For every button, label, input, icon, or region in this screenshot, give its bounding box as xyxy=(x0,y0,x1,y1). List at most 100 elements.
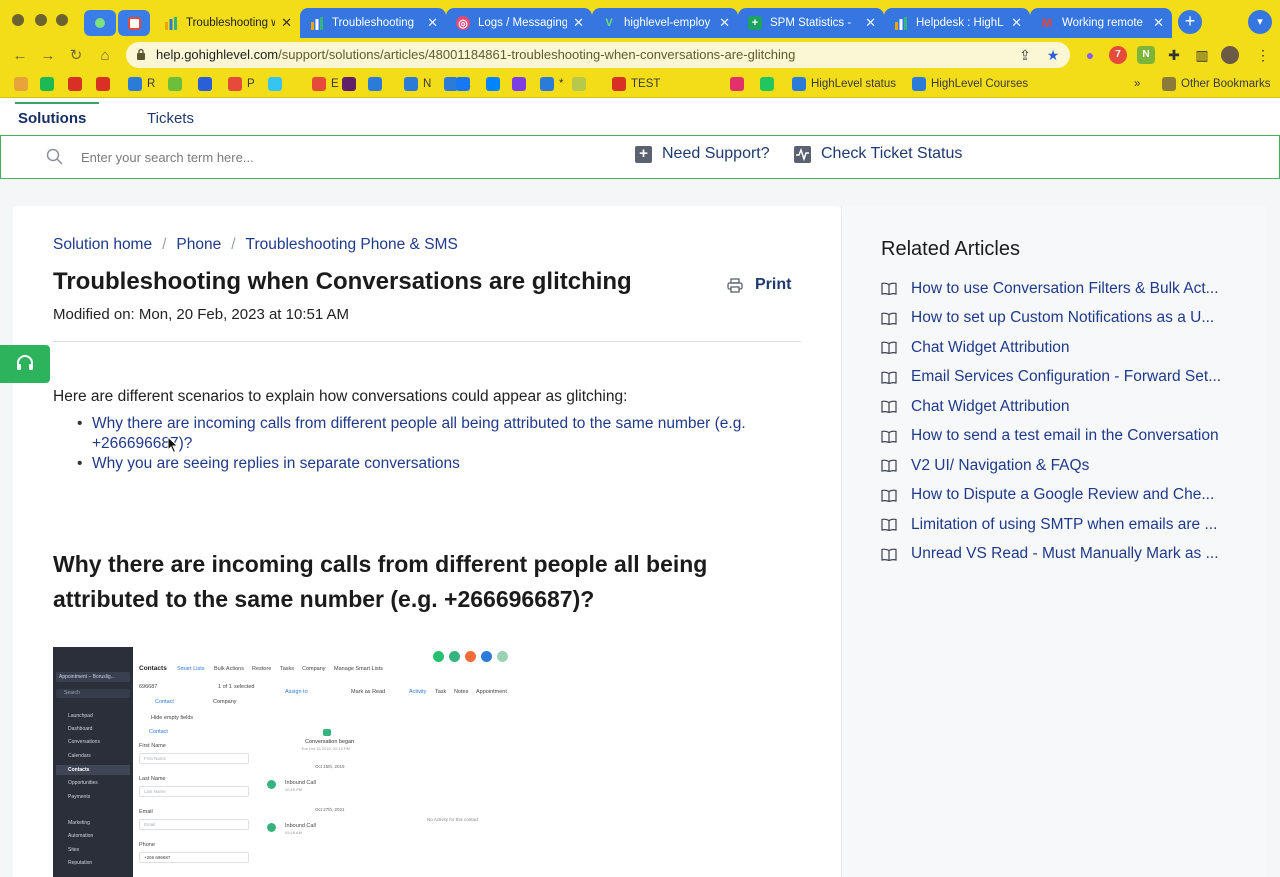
bookmark-item[interactable]: N xyxy=(404,75,431,93)
screenshot-sidebar: Appointment – Boruslig... Search Launchp… xyxy=(53,647,133,877)
bookmark-label: P xyxy=(247,78,255,90)
bookmark-item[interactable] xyxy=(96,75,115,93)
nav-tickets[interactable]: Tickets xyxy=(147,110,194,127)
bookmark-item[interactable]: TEST xyxy=(612,75,660,93)
extension-drop-icon[interactable]: ● xyxy=(1081,46,1099,64)
home-icon[interactable]: ⌂ xyxy=(94,45,116,67)
bookmark-item[interactable] xyxy=(456,75,475,93)
bookmark-item[interactable] xyxy=(168,75,187,93)
book-icon xyxy=(881,489,897,502)
search-input[interactable] xyxy=(81,144,561,170)
bookmarks-overflow-icon[interactable]: » xyxy=(1134,75,1140,93)
bookmark-item[interactable]: HighLevel Courses xyxy=(912,75,1028,93)
tab-helpdesk[interactable]: Helpdesk : HighL ✕ xyxy=(884,8,1030,38)
close-window-dot[interactable] xyxy=(12,14,24,26)
need-support-link[interactable]: + Need Support? xyxy=(635,145,770,163)
bookmark-item[interactable]: * xyxy=(540,75,563,93)
bookmark-item[interactable] xyxy=(572,75,591,93)
forward-arrow-icon[interactable]: → xyxy=(37,45,59,67)
new-tab-button[interactable]: + xyxy=(1178,10,1202,34)
related-article-link[interactable]: Chat Widget Attribution xyxy=(911,339,1070,357)
url-domain: help.gohighlevel.com xyxy=(156,47,279,62)
bookmark-item[interactable] xyxy=(198,75,217,93)
close-tab-icon[interactable]: ✕ xyxy=(865,15,876,31)
pinned-tab-2[interactable] xyxy=(118,10,150,36)
close-tab-icon[interactable]: ✕ xyxy=(427,15,438,31)
extension-n-icon[interactable]: N xyxy=(1137,46,1155,64)
bookmark-item[interactable]: P xyxy=(228,75,255,93)
extensions-puzzle-icon[interactable]: ✚ xyxy=(1165,46,1183,64)
related-article-link[interactable]: How to send a test email in the Conversa… xyxy=(911,427,1219,445)
tab-spm-statistics[interactable]: + SPM Statistics - ✕ xyxy=(738,8,884,38)
breadcrumb: Solution home / Phone / Troubleshooting … xyxy=(53,236,458,254)
bookmark-item[interactable] xyxy=(40,75,59,93)
related-article-link[interactable]: How to set up Custom Notifications as a … xyxy=(911,309,1214,327)
highlevel-favicon-icon xyxy=(894,16,908,30)
screenshot-conv-began: Conversation began xyxy=(305,739,355,745)
scenario-link-calls[interactable]: Why there are incoming calls from differ… xyxy=(92,415,746,452)
close-tab-icon[interactable]: ✕ xyxy=(719,15,730,31)
bookmark-item[interactable] xyxy=(760,75,779,93)
bookmark-item[interactable] xyxy=(730,75,749,93)
check-ticket-status-link[interactable]: Check Ticket Status xyxy=(794,145,962,163)
scenario-link-replies[interactable]: Why you are seeing replies in separate c… xyxy=(92,455,460,472)
book-icon xyxy=(881,312,897,325)
bookmark-star-icon[interactable]: ★ xyxy=(1044,46,1062,64)
bookmark-favicon-icon xyxy=(612,77,626,91)
address-bar[interactable]: help.gohighlevel.com/support/solutions/a… xyxy=(126,42,1070,68)
bookmark-item[interactable] xyxy=(342,75,361,93)
reload-icon[interactable]: ↻ xyxy=(65,45,87,67)
bookmark-item[interactable]: R xyxy=(128,75,155,93)
bookmark-item[interactable] xyxy=(486,75,505,93)
close-tab-icon[interactable]: ✕ xyxy=(573,15,584,31)
bookmark-item[interactable] xyxy=(68,75,87,93)
extension-red-icon[interactable]: 7 xyxy=(1109,46,1127,64)
related-article-link[interactable]: How to use Conversation Filters & Bulk A… xyxy=(911,280,1219,298)
menu-kebab-icon[interactable]: ⋮ xyxy=(1254,46,1272,64)
bookmark-item[interactable] xyxy=(268,75,287,93)
breadcrumb-troubleshooting[interactable]: Troubleshooting Phone & SMS xyxy=(246,236,458,254)
bookmark-item[interactable] xyxy=(512,75,531,93)
close-tab-icon[interactable]: ✕ xyxy=(281,15,292,31)
screenshot-field-label: Phone xyxy=(139,842,155,848)
tab-troubleshooting[interactable]: Troubleshooting ✕ xyxy=(300,8,446,38)
back-arrow-icon[interactable]: ← xyxy=(9,45,31,67)
screenshot-field-label: Email xyxy=(139,809,153,815)
breadcrumb-solution-home[interactable]: Solution home xyxy=(53,236,152,254)
tab-logs-messaging[interactable]: ◎ Logs / Messaging ✕ xyxy=(446,8,592,38)
tab-troubleshooting-active[interactable]: Troubleshooting w ✕ xyxy=(154,8,300,38)
screenshot-menu-item: Contacts xyxy=(56,765,130,775)
related-article-item: V2 UI/ Navigation & FAQs xyxy=(881,451,1241,481)
tab-search-chevron-icon[interactable]: ▾ xyxy=(1248,10,1272,34)
other-bookmarks[interactable]: Other Bookmarks xyxy=(1162,75,1270,93)
minimize-window-dot[interactable] xyxy=(35,14,47,26)
folder-icon xyxy=(1162,77,1176,91)
v-favicon-icon: V xyxy=(605,17,613,29)
related-article-link[interactable]: Limitation of using SMTP when emails are… xyxy=(911,516,1217,534)
nav-solutions[interactable]: Solutions xyxy=(18,110,86,127)
bookmark-item[interactable]: HighLevel status xyxy=(792,75,896,93)
related-article-link[interactable]: Email Services Configuration - Forward S… xyxy=(911,368,1221,386)
pinned-tab-1[interactable] xyxy=(84,10,116,36)
sidebar-icon[interactable]: ▥ xyxy=(1193,46,1211,64)
maximize-window-dot[interactable] xyxy=(56,14,68,26)
share-icon[interactable]: ⇪ xyxy=(1016,46,1034,64)
tab-title: Helpdesk : HighL xyxy=(916,17,1004,29)
breadcrumb-phone[interactable]: Phone xyxy=(176,236,221,254)
tab-highlevel-employ[interactable]: V highlevel-employ ✕ xyxy=(592,8,738,38)
close-tab-icon[interactable]: ✕ xyxy=(1153,15,1164,31)
bookmark-favicon-icon xyxy=(342,77,356,91)
bookmark-item[interactable]: E xyxy=(312,75,339,93)
close-tab-icon[interactable]: ✕ xyxy=(1011,15,1022,31)
related-article-link[interactable]: Unread VS Read - Must Manually Mark as .… xyxy=(911,545,1219,563)
printer-icon xyxy=(727,277,743,293)
related-article-link[interactable]: Chat Widget Attribution xyxy=(911,398,1070,416)
related-article-link[interactable]: How to Dispute a Google Review and Che..… xyxy=(911,486,1214,504)
tab-working-remote[interactable]: M Working remote ✕ xyxy=(1030,8,1172,38)
related-article-link[interactable]: V2 UI/ Navigation & FAQs xyxy=(911,457,1089,475)
headset-help-button[interactable] xyxy=(0,345,50,383)
profile-avatar-icon[interactable] xyxy=(1221,46,1239,64)
bookmark-item[interactable] xyxy=(368,75,387,93)
print-button[interactable]: Print xyxy=(727,276,791,294)
bookmark-item[interactable] xyxy=(14,75,33,93)
